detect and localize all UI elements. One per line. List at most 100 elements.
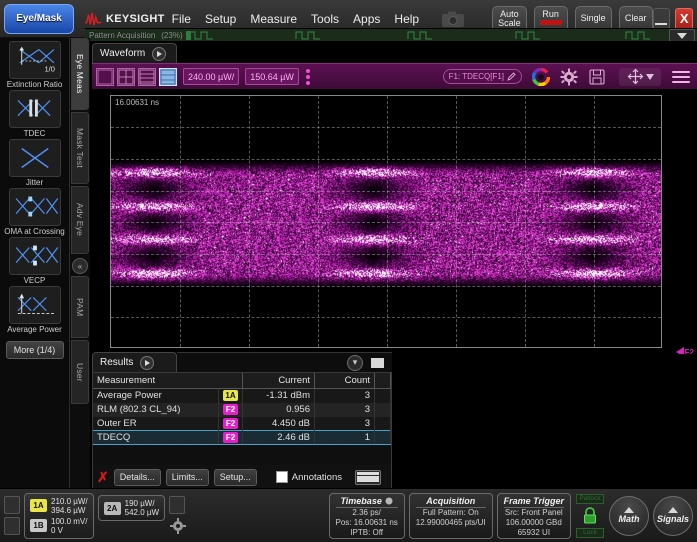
menu-file[interactable]: File (165, 8, 198, 30)
acquisition-panel[interactable]: Acquisition Full Pattern: On 12.99000465… (408, 492, 493, 539)
table-row[interactable]: RLM (802.3 CL_94) F2 0.956 3 (93, 402, 391, 417)
more-button-label: More (1/4) (13, 345, 56, 355)
minimize-button[interactable] (652, 7, 671, 30)
details-button[interactable]: Details... (113, 468, 161, 486)
results-view-grid-button[interactable] (354, 469, 381, 485)
column-header-current[interactable]: Current (242, 373, 315, 389)
timebase-panel[interactable]: Timebase 2.36 ps/ Pos: 16.00631 ns IPTB:… (328, 492, 405, 539)
f2-trace-marker[interactable]: F2 (675, 347, 694, 355)
sidebar-more-button[interactable]: More (1/4) (5, 341, 64, 359)
camera-icon[interactable] (440, 9, 466, 29)
frame-trigger-title-label: Frame Trigger (503, 495, 564, 506)
annotations-control[interactable]: Annotations (275, 471, 342, 483)
results-header-bar: ▾ (177, 352, 392, 372)
row-measurement-name: TDECQ (93, 430, 219, 445)
layout-overlay-icon[interactable] (159, 67, 177, 86)
results-footer-toolbar: ✗ Details... Limits... Setup... Annotati… (93, 465, 391, 489)
signals-button[interactable]: Signals (653, 495, 693, 536)
channel-1a[interactable]: 1A 210.0 µW/ 394.6 µW (30, 497, 88, 515)
layout-quad-icon[interactable] (117, 67, 135, 86)
layout-single-icon[interactable] (96, 67, 114, 86)
table-row[interactable]: Outer ER F2 4.450 dB 3 (93, 416, 391, 431)
channel-group-2[interactable]: 2A 190 µW/ 542.0 µW (97, 495, 166, 521)
marker-label: F2 (684, 347, 694, 355)
menu-help[interactable]: Help (387, 8, 426, 30)
close-button[interactable]: X (675, 7, 693, 30)
tab-waveform[interactable]: Waveform (92, 43, 177, 63)
sidebar-item-extinction-ratio[interactable]: 1/0 Extinction Ratio (1, 41, 69, 89)
channel-more-dots-icon[interactable] (305, 68, 310, 85)
status-scroll-up-button[interactable] (169, 496, 186, 514)
results-expand-icon[interactable]: ▾ (347, 354, 363, 371)
graticule-time-label: 16.00631 ns (115, 98, 160, 107)
results-play-icon[interactable] (140, 355, 155, 370)
menu-apps[interactable]: Apps (346, 8, 387, 30)
sidebar-item-oma-at-crossing[interactable]: OMA at Crossing (1, 188, 69, 236)
annotations-checkbox[interactable] (275, 471, 288, 483)
clear-label: Clear (624, 13, 647, 23)
gridline-horizontal (111, 159, 661, 160)
channel-group-1[interactable]: 1A 210.0 µW/ 394.6 µW 1B 100.0 mV/ 0 V (24, 492, 94, 539)
math-up-arrow-icon (624, 507, 634, 513)
vtab-mask-test[interactable]: Mask Test (71, 112, 89, 184)
layout-stacked-icon[interactable] (138, 67, 156, 86)
menu-measure[interactable]: Measure (243, 8, 304, 30)
setup-button[interactable]: Setup... (213, 468, 257, 486)
menu-tools[interactable]: Tools (304, 8, 346, 30)
gear-icon[interactable] (560, 68, 578, 86)
tab-results[interactable]: Results (92, 352, 177, 372)
color-wheel-icon[interactable] (532, 67, 550, 86)
vertical-scale-value[interactable]: 240.00 µW/ (183, 68, 240, 85)
eye-mask-mode-button[interactable]: Eye/Mask (4, 3, 74, 34)
channel-1b-values: 100.0 mV/ 0 V (51, 517, 87, 535)
channel-badge-1a: 1A (30, 499, 47, 512)
function-selector-pill[interactable]: F1: TDECQ[F1] (442, 69, 522, 84)
channel-2a[interactable]: 2A 190 µW/ 542.0 µW (103, 499, 160, 517)
column-header-measurement[interactable]: Measurement (93, 373, 243, 389)
channel-settings-gear-icon[interactable] (169, 517, 187, 535)
chevron-down-icon[interactable] (669, 29, 695, 41)
pan-move-control[interactable] (619, 67, 661, 86)
vtab-adv-eye[interactable]: Adv Eye (71, 186, 89, 254)
limits-button[interactable]: Limits... (165, 468, 209, 486)
vertical-tab-strip: Eye Meas Mask Test Adv Eye « PAM User (70, 38, 90, 488)
channel-2a-offset: 542.0 µW (124, 508, 160, 517)
sidebar-item-vecp[interactable]: VECP (1, 237, 69, 285)
timebase-iptb: IPTB: Off (350, 527, 384, 537)
toolbar-menu-icon[interactable] (672, 68, 690, 86)
pattern-acquisition-progress (185, 29, 697, 41)
frame-trigger-panel[interactable]: Frame Trigger Src: Front Panel 106.00000… (496, 492, 571, 539)
status-prev-button[interactable] (4, 496, 20, 514)
vtab-user[interactable]: User (71, 340, 89, 404)
column-header-count[interactable]: Count (314, 373, 375, 389)
waveform-display-area[interactable]: 16.00631 ns F2 (92, 89, 697, 354)
pattern-acquisition-label: Pattern Acquisition (89, 30, 156, 40)
marker-triangle-icon (675, 347, 684, 354)
sidebar-item-jitter[interactable]: Jitter (1, 139, 69, 187)
table-row-selected[interactable]: TDECQ F2 2.46 dB 1 (93, 430, 391, 445)
delete-measurement-icon[interactable]: ✗ (97, 469, 109, 486)
vertical-offset-value[interactable]: 150.64 µW (245, 68, 299, 85)
table-row[interactable]: Average Power 1A -1.31 dBm 3 (93, 388, 391, 403)
save-disk-icon[interactable] (588, 68, 606, 86)
pattern-lock-indicator[interactable]: Patlock Lock (575, 493, 605, 539)
status-next-button[interactable] (4, 517, 20, 535)
math-button[interactable]: Math (609, 495, 649, 536)
collapse-panel-button[interactable]: « (72, 258, 88, 274)
acquisition-full-pattern: Full Pattern: On (422, 507, 479, 517)
sidebar-item-average-power[interactable]: Average Power (1, 286, 69, 334)
menu-setup[interactable]: Setup (198, 8, 243, 30)
acquisition-points-per-ui: 12.99000465 pts/UI (415, 517, 486, 527)
vtab-pam[interactable]: PAM (71, 276, 89, 338)
graticule[interactable]: 16.00631 ns (110, 95, 662, 348)
results-panel: Measurement Current Count Average Power … (92, 372, 392, 490)
channel-1b[interactable]: 1B 100.0 mV/ 0 V (30, 517, 88, 535)
sidebar-item-tdec[interactable]: TDEC (1, 90, 69, 138)
waveform-play-icon[interactable] (152, 46, 167, 61)
move-dropdown-icon (645, 73, 654, 80)
eye-jitter-icon (8, 139, 61, 177)
math-label: Math (618, 514, 640, 524)
row-spacer (374, 430, 391, 445)
results-flag-icon[interactable] (371, 357, 384, 368)
vtab-eye-meas[interactable]: Eye Meas (71, 38, 89, 110)
